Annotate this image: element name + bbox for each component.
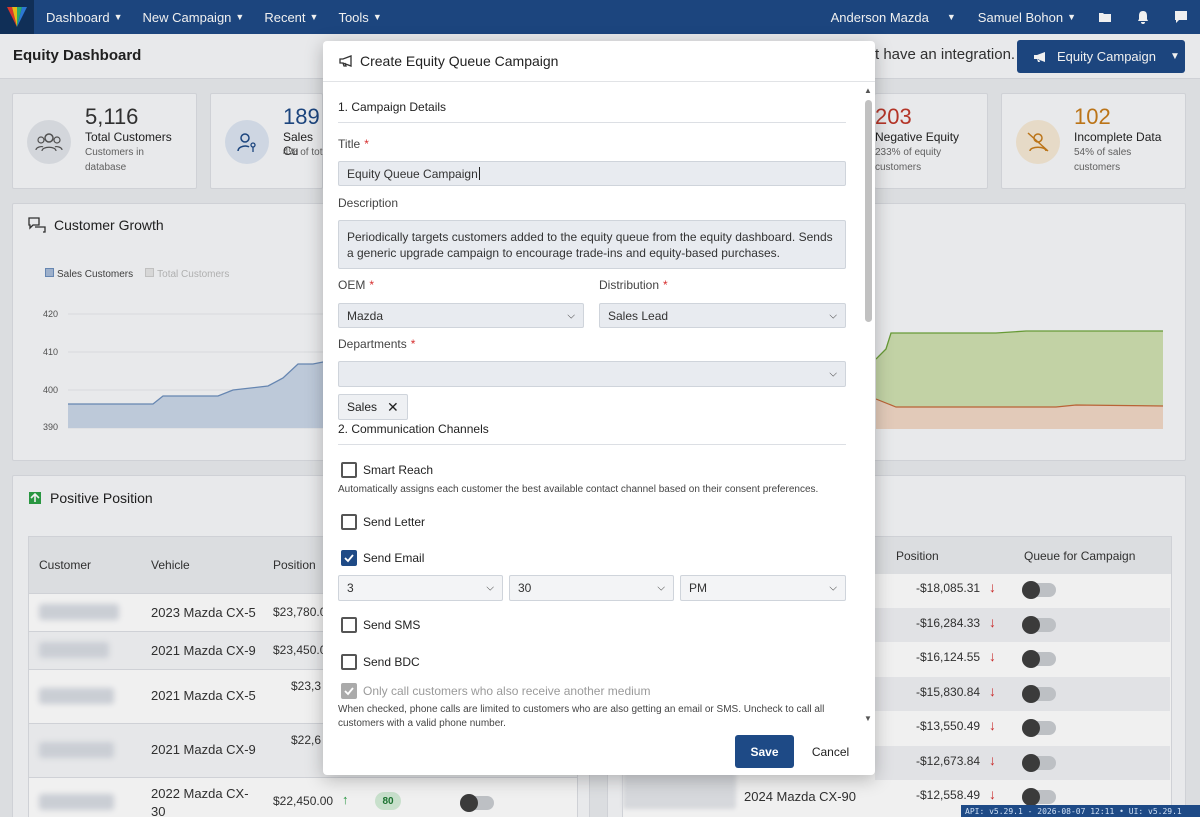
modal-header: Create Equity Queue Campaign xyxy=(323,41,875,82)
send-bdc-checkbox[interactable] xyxy=(341,654,357,670)
description-value: Periodically targets customers added to … xyxy=(347,230,833,260)
chevron-down-icon: ⌵ xyxy=(657,582,665,594)
email-hour-select[interactable]: 3 ⌵ xyxy=(338,575,503,601)
oem-select-value: Mazda xyxy=(347,308,384,323)
chevron-down-icon: ⌵ xyxy=(486,582,494,594)
department-tag-sales: Sales ✕ xyxy=(338,394,408,420)
distribution-label: Distribution * xyxy=(599,278,668,292)
check-icon xyxy=(344,554,354,563)
required-marker: * xyxy=(410,337,416,351)
required-marker: * xyxy=(369,278,375,292)
description-textarea[interactable]: Periodically targets customers added to … xyxy=(338,220,846,269)
required-marker: * xyxy=(364,137,369,151)
create-campaign-modal: Create Equity Queue Campaign 1. Campaign… xyxy=(323,41,875,775)
email-minute-select[interactable]: 30 ⌵ xyxy=(509,575,674,601)
scroll-up-icon[interactable]: ▲ xyxy=(864,86,872,95)
send-letter-label: Send Letter xyxy=(363,515,426,529)
divider xyxy=(338,122,846,123)
scroll-down-icon[interactable]: ▼ xyxy=(864,714,872,723)
send-email-checkbox[interactable] xyxy=(341,550,357,566)
description-label: Description xyxy=(338,196,399,210)
send-sms-checkbox[interactable] xyxy=(341,617,357,633)
send-email-label: Send Email xyxy=(363,551,425,565)
email-hour-value: 3 xyxy=(347,581,354,595)
chevron-down-icon: ⌵ xyxy=(829,582,837,594)
send-letter-checkbox[interactable] xyxy=(341,514,357,530)
check-icon xyxy=(344,687,354,696)
department-tag-label: Sales xyxy=(347,400,378,414)
chevron-down-icon: ⌵ xyxy=(829,368,837,380)
divider xyxy=(338,444,846,445)
cancel-button[interactable]: Cancel xyxy=(803,735,858,768)
section-campaign-details: 1. Campaign Details xyxy=(338,100,447,114)
oem-label: OEM * xyxy=(338,278,374,292)
email-minute-value: 30 xyxy=(518,581,532,595)
distribution-select-value: Sales Lead xyxy=(608,308,669,323)
only-call-help-clip: When checked, phone calls are limited to… xyxy=(338,703,853,729)
title-label-text: Title xyxy=(338,137,361,151)
close-icon[interactable]: ✕ xyxy=(387,399,399,416)
departments-select[interactable]: ⌵ xyxy=(338,361,846,387)
chevron-down-icon: ⌵ xyxy=(829,310,837,321)
departments-label: Departments * xyxy=(338,337,415,351)
email-ampm-select[interactable]: PM ⌵ xyxy=(680,575,846,601)
smart-reach-help: Automatically assigns each customer the … xyxy=(338,484,819,495)
distribution-label-text: Distribution xyxy=(599,278,660,292)
save-button[interactable]: Save xyxy=(735,735,794,768)
smart-reach-label: Smart Reach xyxy=(363,463,434,477)
modal-scrollbar[interactable]: ▲ ▼ xyxy=(864,86,873,726)
megaphone-icon xyxy=(339,55,352,67)
departments-label-text: Departments xyxy=(338,337,407,351)
oem-select[interactable]: Mazda ⌵ xyxy=(338,303,584,328)
version-footer: API: v5.29.1 - 2026-08-07 12:11 • UI: v5… xyxy=(961,805,1200,817)
send-bdc-label: Send BDC xyxy=(363,655,420,669)
section-communication-channels: 2. Communication Channels xyxy=(338,422,489,436)
only-call-label: Only call customers who also receive ano… xyxy=(363,684,651,698)
title-input-value: Equity Queue Campaign xyxy=(347,166,478,181)
text-cursor xyxy=(478,167,480,180)
chevron-down-icon: ⌵ xyxy=(567,310,575,321)
distribution-select[interactable]: Sales Lead ⌵ xyxy=(599,303,846,328)
send-sms-label: Send SMS xyxy=(363,618,421,632)
modal-title: Create Equity Queue Campaign xyxy=(360,53,559,69)
smart-reach-checkbox[interactable] xyxy=(341,462,357,478)
only-call-help: When checked, phone calls are limited to… xyxy=(338,704,825,729)
email-ampm-value: PM xyxy=(689,581,707,595)
title-input[interactable]: Equity Queue Campaign xyxy=(338,161,846,186)
only-call-checkbox xyxy=(341,683,357,699)
title-label: Title * xyxy=(338,137,369,151)
required-marker: * xyxy=(663,278,668,292)
scrollbar-thumb[interactable] xyxy=(865,100,872,322)
oem-label-text: OEM xyxy=(338,278,366,292)
